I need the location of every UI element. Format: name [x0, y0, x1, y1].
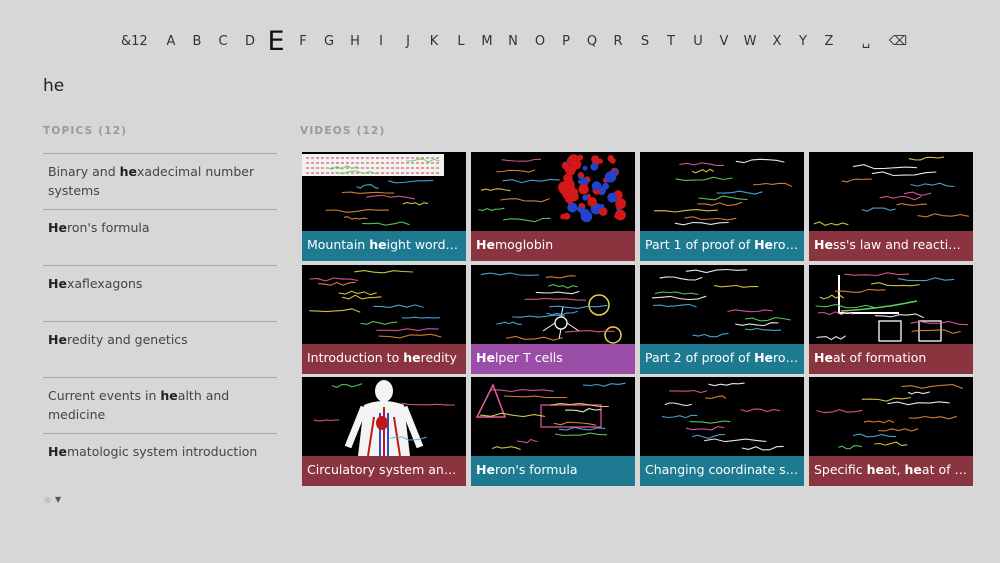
- video-caption: Part 1 of proof of Heron'...: [640, 231, 804, 261]
- topic-text: Binary and: [48, 164, 120, 179]
- alpha-letter-d[interactable]: D: [240, 34, 260, 49]
- video-tile[interactable]: Helper T cells: [471, 264, 635, 374]
- video-tile[interactable]: Mountain height word p...: [302, 152, 466, 261]
- alpha-letter-t[interactable]: T: [661, 34, 681, 49]
- video-caption: Heron's formula: [471, 456, 635, 486]
- alpha-letter-v[interactable]: V: [714, 34, 734, 49]
- videos-grid: Mountain height word p... Hemoglobin Part …: [302, 152, 974, 486]
- topic-item[interactable]: Hematologic system introduction: [43, 433, 277, 489]
- video-caption: Part 2 of proof of Heron'...: [640, 343, 804, 374]
- alpha-letter-a[interactable]: A: [161, 34, 181, 49]
- alpha-letter-numbers[interactable]: &12: [121, 34, 148, 49]
- alpha-letter-n[interactable]: N: [503, 34, 523, 49]
- topic-item[interactable]: Heredity and genetics: [43, 321, 277, 377]
- alpha-letter-p[interactable]: P: [556, 34, 576, 49]
- alpha-letter-z[interactable]: Z: [819, 34, 839, 49]
- alpha-letter-k[interactable]: K: [424, 34, 444, 49]
- topics-header: TOPICS (12): [43, 125, 128, 137]
- topic-item[interactable]: Current events in health and medicine: [43, 377, 277, 433]
- topic-text: redity and genetics: [66, 332, 188, 347]
- topic-text: He: [48, 332, 67, 347]
- alpha-letter-f[interactable]: F: [293, 34, 313, 49]
- video-tile[interactable]: Circulatory system and t...: [302, 377, 466, 486]
- chevron-down-icon: ▼: [54, 495, 62, 504]
- video-caption: Hess's law and reaction...: [809, 231, 973, 261]
- alpha-letter-c[interactable]: C: [213, 34, 233, 49]
- video-caption: Hemoglobin: [471, 231, 635, 261]
- video-tile[interactable]: Part 2 of proof of Heron'...: [640, 264, 804, 374]
- topic-text: matologic system introduction: [66, 444, 258, 459]
- video-caption: Specific heat, heat of fus...: [809, 456, 973, 486]
- topic-text: he: [160, 388, 178, 403]
- video-tile[interactable]: Heron's formula: [471, 377, 635, 486]
- alpha-letter-j[interactable]: J: [398, 34, 418, 49]
- video-tile[interactable]: Changing coordinate sys...: [640, 377, 804, 486]
- topic-text: ron's formula: [66, 220, 150, 235]
- alphabet-jump-bar: &12 A B C D E F G H I J K L M N O P Q R S T U V W X Y Z ␣ ⌫: [0, 26, 1000, 58]
- alpha-letter-y[interactable]: Y: [793, 34, 813, 49]
- video-tile[interactable]: Specific heat, heat of fus...: [809, 377, 973, 486]
- alpha-letter-l[interactable]: L: [451, 34, 471, 49]
- alpha-letter-q[interactable]: Q: [582, 34, 602, 49]
- page-dot-icon: ●: [44, 495, 51, 504]
- video-caption: Helper T cells: [471, 343, 635, 374]
- search-query[interactable]: he: [43, 76, 64, 96]
- alpha-letter-backspace[interactable]: ⌫: [888, 34, 908, 49]
- video-tile[interactable]: Hemoglobin: [471, 152, 635, 261]
- alpha-letter-w[interactable]: W: [740, 34, 760, 49]
- video-tile[interactable]: Hess's law and reaction...: [809, 152, 973, 261]
- alpha-letter-i[interactable]: I: [371, 34, 391, 49]
- topic-text: xaflexagons: [66, 276, 143, 291]
- topic-text: Current events in: [48, 388, 161, 403]
- topic-item[interactable]: Hexaflexagons: [43, 265, 277, 321]
- video-tile[interactable]: Introduction to heredity: [302, 264, 466, 374]
- topic-text: He: [48, 444, 67, 459]
- alpha-letter-m[interactable]: M: [477, 34, 497, 49]
- topic-text: He: [48, 220, 67, 235]
- video-caption: Circulatory system and t...: [302, 456, 466, 486]
- alpha-letter-e[interactable]: E: [266, 26, 286, 57]
- alpha-letter-o[interactable]: O: [530, 34, 550, 49]
- alpha-letter-s[interactable]: S: [635, 34, 655, 49]
- alpha-letter-space[interactable]: ␣: [856, 34, 876, 49]
- alpha-letter-r[interactable]: R: [608, 34, 628, 49]
- topic-text: he: [119, 164, 138, 179]
- alpha-letter-x[interactable]: X: [767, 34, 787, 49]
- topic-item[interactable]: Binary and hexadecimal number systems: [43, 153, 277, 209]
- more-indicator[interactable]: ● ▼: [44, 495, 61, 504]
- video-tile[interactable]: Heat of formation: [809, 264, 973, 374]
- topics-list: Binary and hexadecimal number systems Her…: [43, 153, 277, 489]
- video-caption: Mountain height word p...: [302, 231, 466, 261]
- alpha-letter-g[interactable]: G: [319, 34, 339, 49]
- topic-text: He: [48, 276, 67, 291]
- alpha-letter-h[interactable]: H: [345, 34, 365, 49]
- videos-header: VIDEOS (12): [300, 125, 386, 137]
- video-caption: Heat of formation: [809, 343, 973, 374]
- alpha-letter-b[interactable]: B: [187, 34, 207, 49]
- video-caption: Introduction to heredity: [302, 343, 466, 374]
- alpha-letter-u[interactable]: U: [688, 34, 708, 49]
- topic-item[interactable]: Heron's formula: [43, 209, 277, 265]
- video-caption: Changing coordinate sys...: [640, 456, 804, 486]
- video-tile[interactable]: Part 1 of proof of Heron'...: [640, 152, 804, 261]
